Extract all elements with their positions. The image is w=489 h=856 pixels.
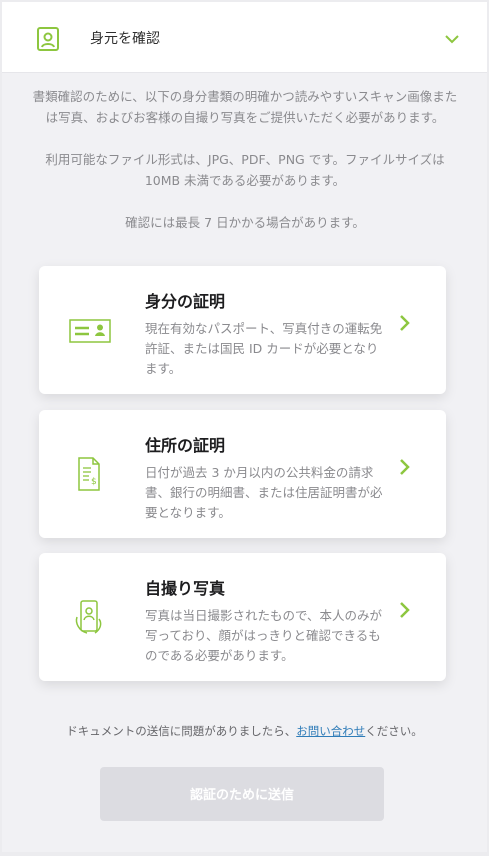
help-text: ドキュメントの送信に問題がありましたら、お問い合わせください。: [22, 722, 467, 740]
selfie-card[interactable]: 自撮り写真 写真は当日撮影されたもので、本人のみが写っており、顔がはっきりと確認…: [39, 553, 446, 681]
card-description: 日付が過去 3 か月以内の公共料金の請求書、銀行の明細書、または住居証明書が必要…: [145, 465, 383, 520]
section-header[interactable]: 身元を確認: [2, 2, 487, 73]
verification-panel: 身元を確認 書類確認のために、以下の身分書類の明確かつ読みやすいスキャン画像また…: [2, 2, 487, 852]
page-title: 身元を確認: [90, 31, 160, 47]
card-description: 現在有効なパスポート、写真付きの運転免許証、または国民 ID カードが必要となり…: [145, 321, 383, 376]
chevron-down-icon[interactable]: [442, 31, 462, 45]
id-card-icon: [69, 312, 113, 348]
intro-paragraph: 確認には最長 7 日かかる場合があります。: [125, 215, 365, 230]
contact-us-link[interactable]: お問い合わせ: [296, 724, 365, 738]
intro-paragraph: 書類確認のために、以下の身分書類の明確かつ読みやすいスキャン画像または写真、およ…: [32, 89, 458, 125]
card-title: 住所の証明: [145, 436, 226, 455]
bill-document-icon: $: [69, 456, 113, 492]
intro-text: 書類確認のために、以下の身分書類の明確かつ読みやすいスキャン画像または写真、およ…: [30, 86, 460, 233]
intro-paragraph: 利用可能なファイル形式は、JPG、PDF、PNG です。ファイルサイズは 10M…: [45, 152, 445, 188]
svg-text:$: $: [91, 477, 97, 487]
help-text-before: ドキュメントの送信に問題がありましたら、: [66, 724, 297, 738]
address-proof-card[interactable]: $ 住所の証明 日付が過去 3 か月以内の公共料金の請求書、銀行の明細書、または…: [39, 410, 446, 538]
submit-for-verification-button[interactable]: 認証のために送信: [100, 767, 384, 821]
chevron-right-icon: [399, 458, 411, 476]
selfie-phone-icon: [69, 599, 113, 635]
card-description: 写真は当日撮影されたもので、本人のみが写っており、顔がはっきりと確認できるもので…: [145, 608, 383, 663]
card-title: 身分の証明: [145, 292, 226, 311]
identity-proof-card[interactable]: 身分の証明 現在有効なパスポート、写真付きの運転免許証、または国民 ID カード…: [39, 266, 446, 394]
help-text-after: ください。: [365, 724, 423, 738]
chevron-right-icon: [399, 314, 411, 332]
chevron-right-icon: [399, 601, 411, 619]
user-profile-icon: [36, 26, 62, 52]
card-title: 自撮り写真: [145, 579, 226, 598]
